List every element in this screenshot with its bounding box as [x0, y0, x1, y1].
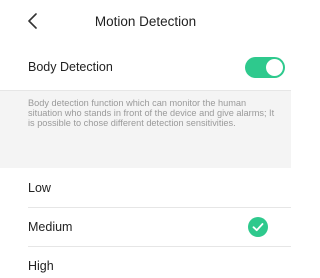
- motion-detection-screen: Motion Detection Body Detection Body det…: [0, 0, 291, 278]
- body-detection-toggle[interactable]: [245, 57, 285, 78]
- option-high[interactable]: High: [0, 247, 291, 278]
- option-label: Medium: [28, 220, 73, 234]
- description-section: Body detection function which can monito…: [0, 90, 291, 168]
- option-label: Low: [28, 181, 51, 195]
- checkmark-icon: [248, 217, 268, 237]
- description-text: Body detection function which can monito…: [28, 98, 275, 128]
- header: Motion Detection: [0, 0, 291, 44]
- body-detection-row: Body Detection: [0, 44, 291, 90]
- option-medium[interactable]: Medium: [0, 208, 291, 247]
- option-low[interactable]: Low: [0, 169, 291, 208]
- toggle-knob: [266, 59, 283, 76]
- option-label: High: [28, 259, 54, 273]
- body-detection-label: Body Detection: [28, 60, 113, 74]
- page-title: Motion Detection: [94, 14, 197, 29]
